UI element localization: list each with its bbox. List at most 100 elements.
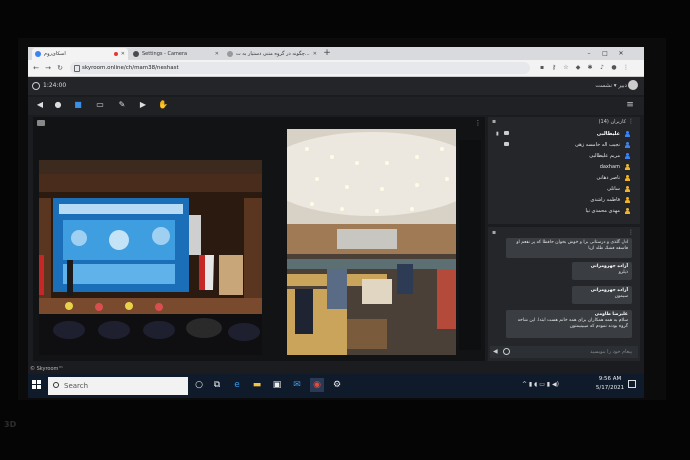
reload-button[interactable]: ↻ [55,62,65,74]
chat-message: علیرضا طاومی سلام به همه همکاران برای هم… [506,310,632,338]
user-row[interactable]: ناصر دهانی [494,173,632,183]
chat-message: آزاده جهرومرانی سیمون [572,286,632,304]
user-icon [625,197,630,203]
avatar[interactable] [628,80,638,90]
chrome-icon[interactable]: ◉ [310,378,324,392]
chat-icon: ▪ [492,229,497,236]
user-row[interactable]: daxham [494,162,632,172]
url-input[interactable]: skyroom.online/ch/mam38/neshast [70,62,530,74]
send-icon[interactable]: ◀ [493,348,501,356]
user-name: مهدی محمدی نیا [585,208,620,214]
settings-favicon-icon [133,51,139,57]
user-menu[interactable]: دبیر ▾ نشست [545,80,627,92]
clock-date: 5/17/2021 [595,385,625,391]
chat-message: آزاده جهرومرانی ذيلرو [572,262,632,280]
user-icon [625,142,630,148]
camera-icon [504,142,509,146]
user-icon [625,186,630,192]
camera-icon[interactable]: ■ [72,99,84,111]
tab-label: اسکای‌روم [44,51,66,57]
users-menu-icon[interactable]: ⋮ [626,117,636,127]
media-player-icon[interactable]: ▶ [137,99,149,111]
system-clock[interactable]: 9:56 AM 5/17/2021 [592,375,628,395]
file-explorer-icon[interactable]: ▬ [250,378,264,392]
emoji-icon[interactable] [503,348,510,355]
close-window-button[interactable]: ✕ [616,48,626,59]
close-tab-icon[interactable]: ✕ [121,48,125,60]
video-feed-stage[interactable] [39,160,262,355]
message-text: ادل گلذی و درستانی برا و خوش بخوان حافظا… [516,240,628,251]
user-name: ساتلی [607,186,620,192]
user-row[interactable]: ساتلی [494,184,632,194]
message-text: سلام به همه همکاران برای همه خانم هست اب… [517,318,628,329]
clock-icon [32,81,40,90]
settings-gear-icon[interactable]: ⚙ [330,378,344,392]
pen-icon[interactable]: ✎ [116,99,128,111]
camera-permission-icon[interactable]: ▪ [538,64,546,72]
video-side-strip [459,140,481,350]
microphone-icon[interactable]: ● [52,99,64,111]
timer-text: 1:24:00 [43,82,67,89]
chat-input[interactable]: پیغام خود را بنویسید [490,346,638,358]
store-icon[interactable]: ▣ [270,378,284,392]
new-tab-button[interactable]: + [322,47,332,60]
forward-button[interactable]: → [43,62,53,74]
windows-start-icon[interactable] [32,380,42,390]
raise-hand-icon[interactable]: ✋ [157,99,169,111]
close-tab-icon[interactable]: ✕ [313,48,317,60]
tab-help[interactable]: چگونه در گروه متنی دستیار به ت... ✕ [224,48,320,60]
camera-icon [504,131,509,135]
chat-menu-icon[interactable]: ⋮ [626,228,636,238]
hamburger-menu-icon[interactable]: ≡ [624,99,636,111]
message-text: سیمون [614,294,628,299]
profile-icon[interactable]: ● [610,64,618,72]
hall-scene-image [287,129,456,355]
tab-skyroom[interactable]: اسکای‌روم ✕ [32,48,128,60]
user-name: نجیب اله خامسه زهی [574,142,620,148]
user-row[interactable]: فاطمه راشدی [494,195,632,205]
tab-settings-camera[interactable]: Settings - Camera ✕ [130,48,222,60]
back-button[interactable]: ← [31,62,41,74]
screen-share-icon[interactable]: ▭ [94,99,106,111]
notification-icon[interactable] [628,380,636,388]
chat-message: ادل گلذی و درستانی برا و خوش بخوان حافظا… [506,238,632,258]
close-tab-icon[interactable]: ✕ [215,48,219,60]
tab-label: چگونه در گروه متنی دستیار به ت... [236,51,310,57]
recording-icon [114,52,118,56]
user-row[interactable]: نجیب اله خامسه زهی [494,140,632,150]
browser-menu-icon[interactable]: ⋮ [622,64,630,72]
user-name: daxham [599,164,620,170]
user-icon [625,175,630,181]
media-icon[interactable]: ♪ [598,64,606,72]
extension-icon[interactable]: ◆ [574,64,582,72]
video-more-icon[interactable]: ⋮ [474,118,482,128]
puzzle-icon[interactable]: ✱ [586,64,594,72]
monitor-bezel-label: 3D [4,420,17,429]
microphone-icon: ▮ [496,131,499,137]
users-panel-title: کاربران (14) [598,119,626,125]
speaker-icon[interactable]: ◀ [34,99,46,111]
user-row[interactable]: مریم علیطالبی [494,151,632,161]
stage-scene-image [39,160,262,355]
edge-icon[interactable]: e [230,378,244,392]
video-feed-hall[interactable] [287,129,456,355]
maximize-button[interactable]: □ [600,48,610,59]
key-icon[interactable]: ⚷ [550,64,558,72]
page-favicon-icon [227,51,233,57]
user-row[interactable]: مهدی محمدی نیا [494,206,632,216]
system-tray[interactable]: ^ ▮ ◖ ▭ ▮ ◀) [522,378,602,392]
task-view-icon[interactable]: ⧉ [210,378,224,392]
user-name: علیطالبی [596,131,620,137]
minimize-button[interactable]: – [584,48,594,59]
user-row[interactable]: ▮ علیطالبی [494,129,632,139]
user-icon [625,131,630,137]
star-icon[interactable]: ☆ [562,64,570,72]
video-camera-icon [37,120,45,126]
user-icon [625,164,630,170]
message-text: ذيلرو [618,270,628,275]
taskbar-search-input[interactable]: Search [48,377,188,395]
mail-icon[interactable]: ✉ [290,378,304,392]
search-icon [53,382,59,388]
user-name: ناصر دهانی [596,175,620,181]
cortana-icon[interactable]: ○ [192,378,206,392]
